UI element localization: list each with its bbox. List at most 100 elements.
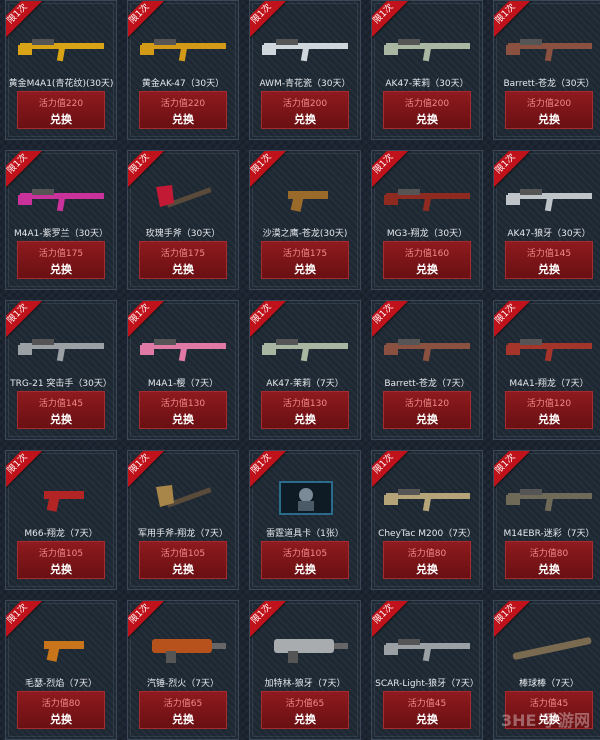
redeem-label: 兑换 <box>294 563 316 576</box>
redeem-label: 兑换 <box>172 713 194 726</box>
item-cost: 活力值65 <box>163 699 203 709</box>
weapon-image <box>134 625 234 671</box>
reward-card: 限1次 军用手斧-翔龙（7天） 活力值105 兑换 <box>127 450 239 590</box>
redeem-button[interactable]: 活力值105 兑换 <box>261 541 349 579</box>
reward-card: 限1次 Barrett-苍龙（30天） 活力值200 兑换 <box>493 0 600 140</box>
redeem-button[interactable]: 活力值80 兑换 <box>383 541 471 579</box>
ak-icon <box>506 189 592 212</box>
redeem-label: 兑换 <box>294 713 316 726</box>
redeem-label: 兑换 <box>416 263 438 276</box>
redeem-label: 兑换 <box>416 413 438 426</box>
sniper-icon <box>262 39 348 62</box>
redeem-label: 兑换 <box>538 263 560 276</box>
gatling-icon <box>274 639 348 663</box>
weapon-image <box>500 475 600 521</box>
reward-card: 限1次 M4A1-翔龙（7天） 活力值120 兑换 <box>493 300 600 440</box>
item-name: M14EBR-迷彩（7天） <box>503 529 595 539</box>
redeem-button[interactable]: 活力值130 兑换 <box>261 391 349 429</box>
weapon-image <box>500 175 600 221</box>
reward-card: 限1次 MG3-翔龙（30天） 活力值160 兑换 <box>371 150 483 290</box>
redeem-button[interactable]: 活力值220 兑换 <box>139 91 227 129</box>
redeem-label: 兑换 <box>294 263 316 276</box>
weapon-image <box>500 25 600 71</box>
weapon-image <box>12 325 112 371</box>
weapon-image <box>256 625 356 671</box>
item-name: 汽锤-烈火（7天） <box>147 679 219 689</box>
item-name: 军用手斧-翔龙（7天） <box>138 529 228 539</box>
redeem-label: 兑换 <box>416 113 438 126</box>
weapon-image <box>256 475 356 521</box>
pistol-icon <box>288 191 328 212</box>
item-cost: 活力值80 <box>529 549 569 559</box>
item-cost: 活力值200 <box>282 99 328 109</box>
redeem-label: 兑换 <box>416 713 438 726</box>
redeem-button[interactable]: 活力值80 兑换 <box>17 691 105 729</box>
redeem-button[interactable]: 活力值200 兑换 <box>505 91 593 129</box>
redeem-button[interactable]: 活力值65 兑换 <box>139 691 227 729</box>
weapon-image <box>134 325 234 371</box>
redeem-button[interactable]: 活力值105 兑换 <box>139 541 227 579</box>
mauser-icon <box>44 641 84 662</box>
redeem-button[interactable]: 活力值80 兑换 <box>505 541 593 579</box>
reward-card: 限1次 Barrett-苍龙（7天） 活力值120 兑换 <box>371 300 483 440</box>
redeem-button[interactable]: 活力值175 兑换 <box>261 241 349 279</box>
item-cost: 活力值200 <box>526 99 572 109</box>
redeem-button[interactable]: 活力值220 兑换 <box>17 91 105 129</box>
item-cost: 活力值105 <box>160 549 206 559</box>
item-card-icon <box>279 481 333 515</box>
redeem-button[interactable]: 活力值160 兑换 <box>383 241 471 279</box>
weapon-image <box>500 625 600 671</box>
reward-card: 限1次 M4A1-紫罗兰（30天） 活力值175 兑换 <box>5 150 117 290</box>
reward-card: 限1次 CheyTac M200（7天） 活力值80 兑换 <box>371 450 483 590</box>
weapon-image <box>12 625 112 671</box>
rifle-dragon-icon <box>506 339 592 362</box>
item-cost: 活力值130 <box>160 399 206 409</box>
revolver-icon <box>44 491 84 512</box>
item-name: M4A1-紫罗兰（30天） <box>13 229 109 239</box>
redeem-button[interactable]: 活力值45 兑换 <box>383 691 471 729</box>
item-name: 玫瑰手斧（30天） <box>145 229 221 239</box>
item-cost: 活力值160 <box>404 249 450 259</box>
reward-card: 限1次 M4A1-樱（7天） 活力值130 兑换 <box>127 300 239 440</box>
redeem-button[interactable]: 活力值105 兑换 <box>17 541 105 579</box>
redeem-button[interactable]: 活力值145 兑换 <box>17 391 105 429</box>
item-name: AWM-青花瓷（30天） <box>259 79 351 89</box>
item-name: AK47-狼牙（30天） <box>507 229 591 239</box>
weapon-image <box>256 175 356 221</box>
redeem-button[interactable]: 活力值200 兑换 <box>383 91 471 129</box>
reward-card: 限1次 TRG-21 突击手（30天） 活力值145 兑换 <box>5 300 117 440</box>
reward-card: 限1次 加特林-狼牙（7天） 活力值65 兑换 <box>249 600 361 740</box>
item-cost: 活力值80 <box>41 699 81 709</box>
bat-icon <box>512 637 592 660</box>
item-cost: 活力值145 <box>526 249 572 259</box>
barrett-icon <box>506 39 592 62</box>
ak-floral-icon <box>384 39 470 62</box>
redeem-button[interactable]: 活力值175 兑换 <box>139 241 227 279</box>
item-name: 加特林-狼牙（7天） <box>264 679 346 689</box>
rifle-sakura-icon <box>140 339 226 362</box>
item-cost: 活力值80 <box>407 549 447 559</box>
redeem-button[interactable]: 活力值175 兑换 <box>17 241 105 279</box>
scar-icon <box>384 639 470 662</box>
item-cost: 活力值45 <box>407 699 447 709</box>
redeem-button[interactable]: 活力值130 兑换 <box>139 391 227 429</box>
weapon-image <box>378 25 478 71</box>
weapon-image <box>256 25 356 71</box>
redeem-button[interactable]: 活力值120 兑换 <box>383 391 471 429</box>
item-cost: 活力值175 <box>282 249 328 259</box>
item-name: CheyTac M200（7天） <box>378 529 476 539</box>
reward-card: 限1次 M66-翔龙（7天） 活力值105 兑换 <box>5 450 117 590</box>
redeem-button[interactable]: 活力值200 兑换 <box>261 91 349 129</box>
weapon-image <box>134 475 234 521</box>
item-cost: 活力值200 <box>404 99 450 109</box>
item-name: M4A1-樱（7天） <box>147 379 219 389</box>
redeem-button[interactable]: 活力值145 兑换 <box>505 241 593 279</box>
rifle-pink-icon <box>18 189 104 212</box>
item-cost: 活力值120 <box>404 399 450 409</box>
redeem-button[interactable]: 活力值120 兑换 <box>505 391 593 429</box>
item-name: 雷霆道具卡（1张） <box>266 529 344 539</box>
item-name: TRG-21 突击手（30天） <box>10 379 112 389</box>
item-name: Barrett-苍龙（7天） <box>384 379 470 389</box>
reward-card: 限1次 雷霆道具卡（1张） 活力值105 兑换 <box>249 450 361 590</box>
redeem-button[interactable]: 活力值65 兑换 <box>261 691 349 729</box>
